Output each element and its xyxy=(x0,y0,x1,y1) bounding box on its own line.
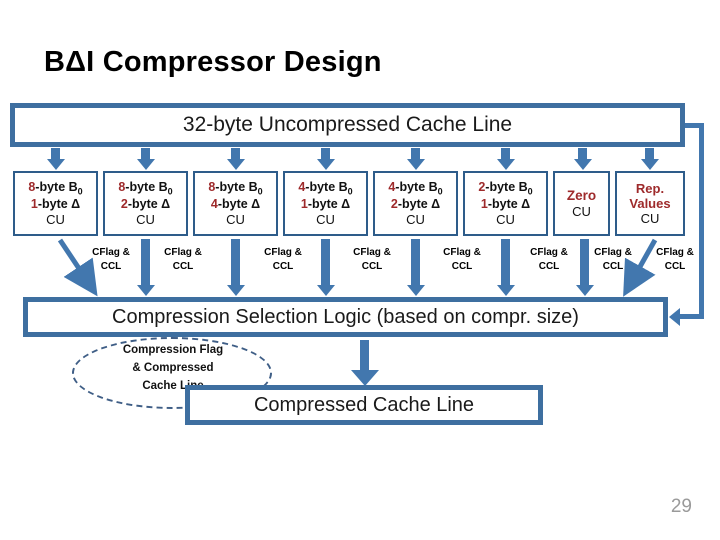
compressed-cache-line-box: Compressed Cache Line xyxy=(185,385,543,425)
cu-2-delta-line: 2-byte Δ xyxy=(120,197,171,212)
arrow-head-cu6-to-csl xyxy=(497,285,515,296)
cu-5-base-line: 4-byte B0 xyxy=(388,179,443,197)
arrow-head-cu4-to-csl xyxy=(317,285,335,296)
cu-rep-title-line1: Rep. xyxy=(635,180,665,196)
cflag-label-2-line2: CCL xyxy=(172,260,194,272)
cflag-label-5: CFlag & CCL xyxy=(419,246,505,273)
cu-3-base-line: 8-byte B0 xyxy=(208,179,263,197)
cflag-label-8-line2: CCL xyxy=(664,260,686,272)
arrow-head-cu7-to-csl xyxy=(576,285,594,296)
cu-5-type: CU xyxy=(406,211,425,227)
cu-4-type: CU xyxy=(316,211,335,227)
cu-rep-title-line2: Values xyxy=(629,195,671,211)
arrow-head-to-cu-8 xyxy=(641,159,659,170)
feedback-arrow-head xyxy=(669,308,680,326)
cu-3-type: CU xyxy=(226,211,245,227)
cflag-label-3: CFlag & CCL xyxy=(240,246,326,273)
cflag-label-4-line2: CCL xyxy=(361,260,383,272)
cu-4-base-line: 4-byte B0 xyxy=(298,179,353,197)
arrow-head-to-cu-7 xyxy=(574,159,592,170)
compression-unit-4[interactable]: 4-byte B0 1-byte Δ CU xyxy=(283,171,368,236)
feedback-line-bottom xyxy=(680,314,704,319)
cflag-label-3-line1: CFlag & xyxy=(264,247,302,258)
arrow-cu5-to-csl xyxy=(411,239,420,285)
arrow-cu6-to-csl xyxy=(501,239,510,285)
compression-unit-zero[interactable]: Zero CU xyxy=(553,171,610,236)
arrow-head-csl-to-output xyxy=(351,370,379,386)
cu-2-base-line: 8-byte B0 xyxy=(118,179,173,197)
compression-unit-3[interactable]: 8-byte B0 4-byte Δ CU xyxy=(193,171,278,236)
cflag-label-4: CFlag & CCL xyxy=(329,246,415,273)
arrow-head-cu5-to-csl xyxy=(407,285,425,296)
arrow-head-to-cu-1 xyxy=(47,159,65,170)
arrow-head-cu2-to-csl xyxy=(137,285,155,296)
arrow-head-to-cu-3 xyxy=(227,159,245,170)
cu-6-type: CU xyxy=(496,211,515,227)
compression-selection-logic-label: Compression Selection Logic (based on co… xyxy=(112,305,579,328)
arrow-cu7-to-csl xyxy=(580,239,589,285)
arrow-csl-to-output xyxy=(360,340,369,372)
uncompressed-cache-line-box: 32-byte Uncompressed Cache Line xyxy=(10,103,685,147)
cflag-label-8: CFlag & CCL xyxy=(632,246,718,273)
arrow-cu4-to-csl xyxy=(321,239,330,285)
feedback-line-right xyxy=(699,123,704,318)
arrow-head-to-cu-2 xyxy=(137,159,155,170)
compression-unit-5[interactable]: 4-byte B0 2-byte Δ CU xyxy=(373,171,458,236)
arrow-head-to-cu-4 xyxy=(317,159,335,170)
uncompressed-cache-line-label: 32-byte Uncompressed Cache Line xyxy=(182,113,513,136)
cflag-label-2-line1: CFlag & xyxy=(164,247,202,258)
cu-6-base-line: 2-byte B0 xyxy=(478,179,533,197)
compression-selection-logic-box: Compression Selection Logic (based on co… xyxy=(23,297,668,337)
arrow-cu2-to-csl xyxy=(141,239,150,285)
cu-5-delta-line: 2-byte Δ xyxy=(390,197,441,212)
annotation-line-1: Compression Flag xyxy=(122,344,224,356)
cu-1-base-line: 8-byte B0 xyxy=(28,179,83,197)
cflag-label-2: CFlag & CCL xyxy=(140,246,226,273)
arrow-head-to-cu-5 xyxy=(407,159,425,170)
cflag-label-8-line1: CFlag & xyxy=(656,247,694,258)
cu-rep-type: CU xyxy=(640,211,660,227)
cu-6-delta-line: 1-byte Δ xyxy=(480,197,531,212)
compressed-cache-line-label: Compressed Cache Line xyxy=(253,393,475,416)
page-title: BΔI Compressor Design xyxy=(44,46,382,78)
cflag-label-5-line2: CCL xyxy=(451,260,473,272)
cu-1-delta-line: 1-byte Δ xyxy=(30,197,81,212)
cu-4-delta-line: 1-byte Δ xyxy=(300,197,351,212)
cu-3-delta-line: 4-byte Δ xyxy=(210,197,261,212)
compression-unit-1[interactable]: 8-byte B0 1-byte Δ CU xyxy=(13,171,98,236)
cflag-label-5-line1: CFlag & xyxy=(443,247,481,258)
arrow-head-to-cu-6 xyxy=(497,159,515,170)
cu-1-type: CU xyxy=(46,211,65,227)
arrow-head-cu3-to-csl xyxy=(227,285,245,296)
compression-unit-2[interactable]: 8-byte B0 2-byte Δ CU xyxy=(103,171,188,236)
arrow-cu3-to-csl xyxy=(231,239,240,285)
cu-zero-type: CU xyxy=(572,203,591,219)
cflag-label-3-line2: CCL xyxy=(272,260,294,272)
annotation-line-2: & Compressed xyxy=(132,361,214,374)
compression-unit-rep-values[interactable]: Rep. Values CU xyxy=(615,171,685,236)
compression-unit-6[interactable]: 2-byte B0 1-byte Δ CU xyxy=(463,171,548,236)
page-number: 29 xyxy=(670,496,692,517)
cu-zero-title: Zero xyxy=(566,187,597,203)
cflag-label-4-line1: CFlag & xyxy=(353,247,391,258)
cu-2-type: CU xyxy=(136,211,155,227)
